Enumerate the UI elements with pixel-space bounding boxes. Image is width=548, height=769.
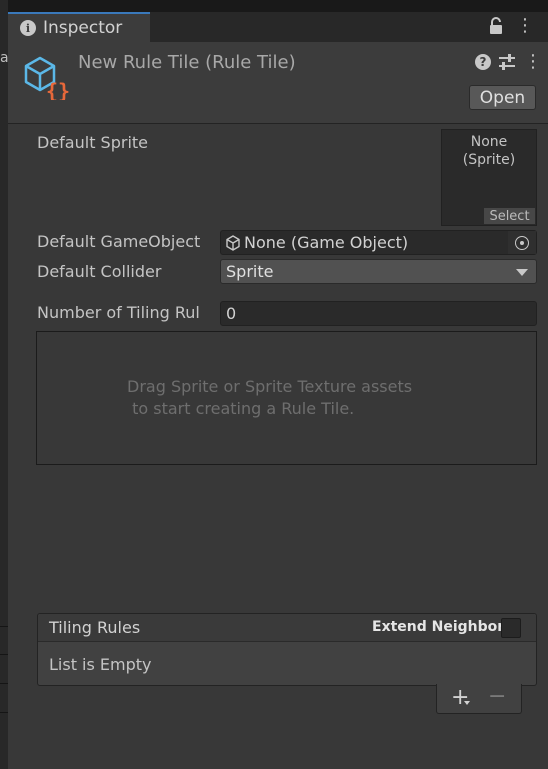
- default-collider-label: Default Collider: [37, 262, 162, 281]
- kebab-menu-icon[interactable]: ⋮: [516, 16, 534, 36]
- tiling-rules-header: Tiling Rules Extend Neighbor: [38, 614, 536, 642]
- extend-neighbor-checkbox[interactable]: [501, 618, 521, 638]
- default-sprite-field[interactable]: None (Sprite) Select: [441, 129, 537, 226]
- tab-bar: i Inspector ⋮: [8, 12, 548, 42]
- add-rule-button[interactable]: +: [451, 687, 469, 709]
- left-panel-edge: a: [0, 0, 9, 769]
- inspector-panel: {} New Rule Tile (Rule Tile) ? ⋮ Open De…: [8, 42, 548, 769]
- edge-divider: [0, 712, 8, 713]
- tiling-rules-title: Tiling Rules: [49, 618, 141, 637]
- object-picker-icon: [515, 235, 529, 250]
- help-icon[interactable]: ?: [475, 54, 491, 70]
- edge-divider: [0, 626, 8, 627]
- default-sprite-label: Default Sprite: [37, 133, 148, 152]
- tiling-count-label: Number of Tiling Rul: [37, 303, 200, 322]
- sprite-none-text: None (Sprite): [442, 133, 536, 169]
- info-icon: i: [20, 20, 36, 36]
- default-gameobject-label: Default GameObject: [37, 232, 201, 251]
- gameobject-cube-icon: [226, 234, 240, 251]
- edge-divider: [0, 683, 8, 684]
- rule-tile-icon: {}: [24, 56, 70, 100]
- remove-rule-button[interactable]: −: [488, 686, 506, 708]
- lock-icon[interactable]: [488, 17, 504, 35]
- sprite-none-line2: (Sprite): [462, 152, 516, 168]
- list-empty-text: List is Empty: [49, 655, 152, 674]
- default-gameobject-field[interactable]: None (Game Object): [220, 230, 537, 255]
- sprite-select-button[interactable]: Select: [484, 208, 535, 224]
- dropdown-arrow-icon: [516, 269, 528, 276]
- svg-text:{}: {}: [46, 79, 70, 100]
- tab-label: Inspector: [43, 18, 123, 38]
- asset-title: New Rule Tile (Rule Tile): [78, 52, 296, 73]
- default-collider-dropdown[interactable]: Sprite: [220, 259, 537, 284]
- extend-neighbor-label: Extend Neighbor: [372, 619, 505, 635]
- tiling-rules-list: Tiling Rules Extend Neighbor List is Emp…: [37, 613, 537, 686]
- tiling-count-field[interactable]: 0: [220, 301, 537, 326]
- gameobject-value: None (Game Object): [244, 233, 409, 252]
- list-footer: + −: [436, 684, 522, 714]
- sprite-drop-area[interactable]: Drag Sprite or Sprite Texture assets to …: [36, 331, 537, 465]
- sprite-none-line1: None: [470, 134, 508, 150]
- preset-settings-icon[interactable]: [498, 53, 516, 71]
- edge-divider: [0, 654, 8, 655]
- collider-value: Sprite: [226, 262, 274, 281]
- add-dropdown-caret-icon: [464, 701, 470, 705]
- context-menu-icon[interactable]: ⋮: [524, 51, 542, 73]
- drop-hint-text: Drag Sprite or Sprite Texture assets to …: [127, 377, 413, 418]
- object-picker-button[interactable]: [508, 231, 536, 254]
- tab-inspector[interactable]: i Inspector: [8, 12, 150, 42]
- asset-header: {} New Rule Tile (Rule Tile) ? ⋮ Open: [8, 42, 548, 124]
- open-button[interactable]: Open: [469, 85, 536, 110]
